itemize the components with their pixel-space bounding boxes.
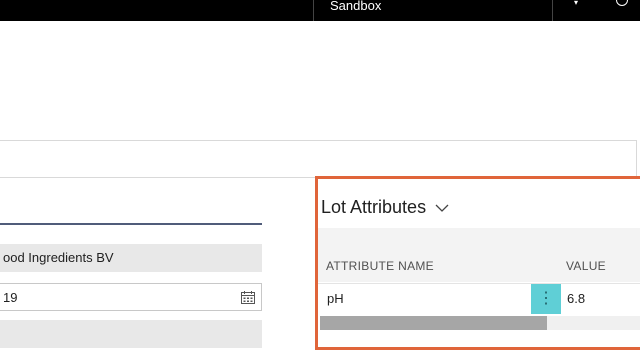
column-header-value[interactable]: VALUE [566,259,606,273]
horizontal-scrollbar-thumb[interactable] [320,316,547,330]
grid-header [318,228,640,282]
table-row[interactable] [318,283,640,316]
section-tab-underline [0,223,262,225]
more-vertical-icon[interactable]: ⋮ [531,284,561,314]
top-bar: Sandbox ▾ [0,0,640,21]
date-field-value: 19 [3,290,18,305]
bell-icon[interactable]: ▾ [574,0,582,7]
attribute-name-cell[interactable]: pH [327,291,344,306]
attribute-value-cell[interactable]: 6.8 [567,291,585,306]
action-bar [0,140,637,178]
lot-attributes-title[interactable]: Lot Attributes [321,196,426,220]
readonly-field[interactable] [0,320,262,348]
help-icon[interactable] [616,0,628,6]
chevron-down-icon[interactable] [434,200,450,214]
environment-label[interactable]: Sandbox [330,0,381,14]
env-divider [313,0,314,21]
calendar-icon[interactable] [241,291,255,304]
date-field[interactable]: 19 [0,283,262,311]
vendor-name-field[interactable]: ood Ingredients BV [0,244,262,272]
env-divider [552,0,553,21]
column-header-attribute-name[interactable]: ATTRIBUTE NAME [326,259,434,273]
